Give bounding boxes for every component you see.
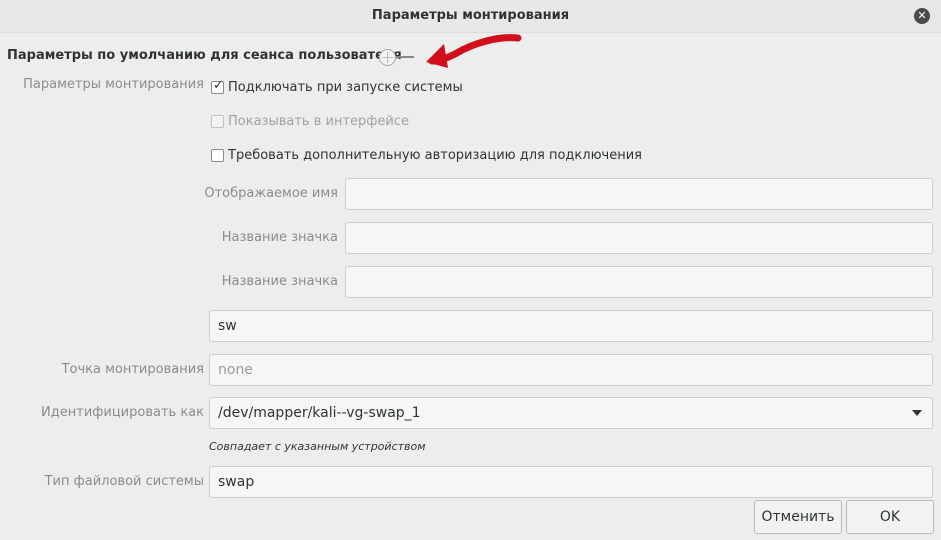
mount-options-input[interactable] [210, 311, 932, 341]
display-name-field[interactable] [345, 178, 933, 210]
identify-as-label: Идентифицировать как [41, 405, 204, 420]
startup-checkbox[interactable]: ✓ [211, 78, 224, 94]
startup-checkbox-label: Подключать при запуске системы [228, 80, 463, 95]
mount-point-field[interactable] [209, 354, 933, 386]
fs-type-input[interactable] [210, 467, 932, 497]
toggle-knob-icon [379, 49, 396, 66]
startup-checkbox-row[interactable]: ✓ Подключать при запуске системы [211, 78, 463, 95]
identify-as-value: /dev/mapper/kali--vg-swap_1 [218, 405, 421, 421]
require-auth-checkbox-label: Требовать дополнительную авторизацию для… [228, 148, 642, 163]
mount-options-label: Параметры монтирования [23, 77, 204, 92]
mount-point-input[interactable] [210, 355, 932, 385]
mount-point-label: Точка монтирования [61, 362, 204, 377]
identify-as-dropdown[interactable]: /dev/mapper/kali--vg-swap_1 [209, 397, 933, 429]
identify-as-hint: Совпадает с указанным устройством [209, 440, 426, 453]
dropdown-arrow-icon[interactable] [912, 410, 922, 416]
fs-type-label: Тип файловой системы [44, 474, 204, 489]
show-in-ui-checkbox [211, 115, 224, 128]
show-in-ui-checkbox-row: Показывать в интерфейсе [211, 114, 409, 129]
icon-name-field[interactable] [345, 222, 933, 254]
display-name-input[interactable] [346, 179, 932, 209]
icon-name-input[interactable] [346, 223, 932, 253]
check-icon: ✓ [213, 78, 224, 93]
session-defaults-toggle[interactable] [378, 48, 414, 66]
cancel-button[interactable]: Отменить [754, 500, 842, 534]
window-title: Параметры монтирования [371, 8, 570, 23]
icon-name-label-2: Название значка [221, 274, 338, 289]
icon-name-field-2[interactable] [345, 266, 933, 298]
require-auth-checkbox-row[interactable]: Требовать дополнительную авторизацию для… [211, 148, 642, 163]
mount-options-field[interactable] [209, 310, 933, 342]
display-name-label: Отображаемое имя [204, 186, 338, 201]
require-auth-checkbox[interactable] [211, 149, 224, 162]
session-defaults-title: Параметры по умолчанию для сеанса пользо… [7, 48, 402, 63]
icon-name-label: Название значка [221, 230, 338, 245]
show-in-ui-checkbox-label: Показывать в интерфейсе [228, 114, 409, 129]
close-icon[interactable]: ✕ [914, 8, 930, 24]
fs-type-field[interactable] [209, 466, 933, 498]
icon-name-input-2[interactable] [346, 267, 932, 297]
red-arrow-annotation-icon [426, 34, 522, 68]
ok-button[interactable]: OK [846, 500, 934, 534]
